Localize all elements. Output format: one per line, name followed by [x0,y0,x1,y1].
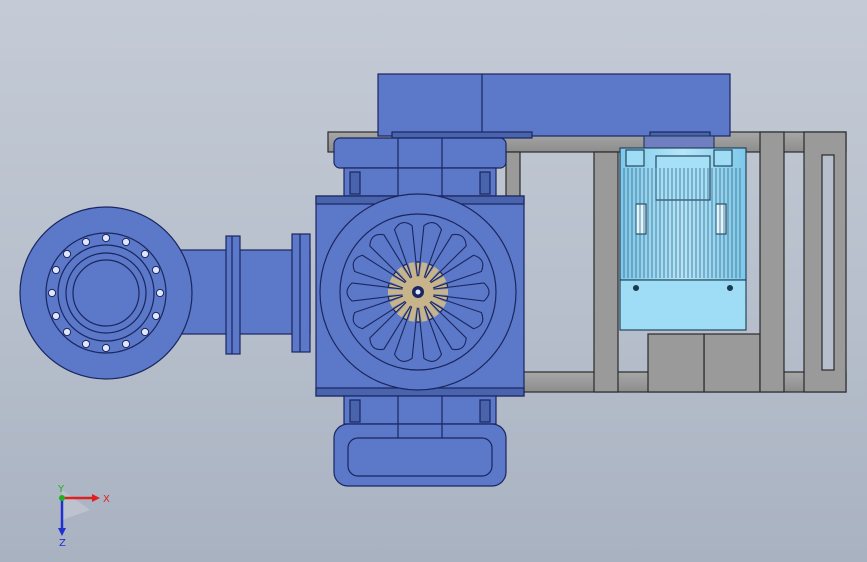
x-axis-label: X [103,494,110,505]
motor[interactable] [619,135,747,331]
y-axis-dot [59,495,65,501]
model-view[interactable] [0,0,867,562]
orientation-triad[interactable]: X Y Z [40,480,120,550]
y-axis-label: Y [57,484,65,495]
belt-guard[interactable] [377,73,731,139]
inlet-flange[interactable] [19,206,311,380]
z-axis-label: Z [59,538,66,549]
graphics-viewport[interactable]: X Y Z [0,0,867,562]
